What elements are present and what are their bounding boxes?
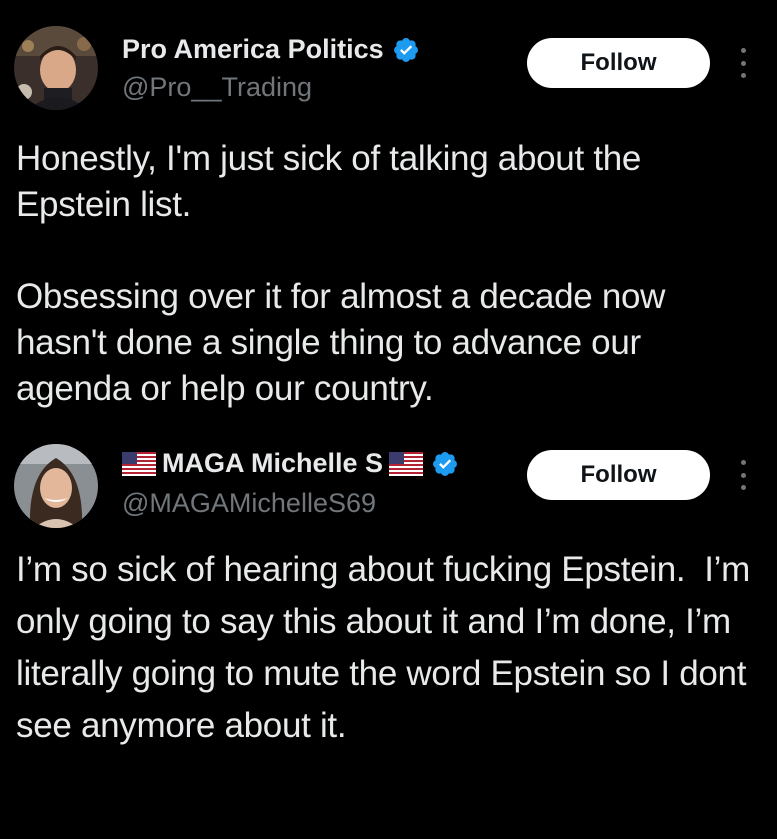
- follow-button[interactable]: Follow: [527, 450, 710, 500]
- tweet-text: Honestly, I'm just sick of talking about…: [16, 139, 666, 408]
- verified-badge-icon: [433, 451, 458, 476]
- handle[interactable]: @Pro__Trading: [122, 72, 312, 103]
- handle[interactable]: @MAGAMichelleS69: [122, 488, 376, 519]
- us-flag-icon: [389, 451, 424, 476]
- avatar[interactable]: [14, 444, 98, 528]
- display-name[interactable]: MAGA Michelle S: [162, 448, 383, 479]
- avatar-image: [14, 26, 98, 110]
- more-options-icon[interactable]: [736, 48, 750, 78]
- display-name-row[interactable]: MAGA Michelle S: [122, 448, 459, 479]
- display-name-row[interactable]: Pro America Politics: [122, 34, 420, 65]
- tweet-text: I’m so sick of hearing about fucking Eps…: [16, 550, 760, 745]
- more-options-icon[interactable]: [736, 460, 750, 490]
- verified-badge-icon: [393, 37, 418, 62]
- avatar-image: [14, 444, 98, 528]
- us-flag-icon: [122, 451, 156, 476]
- avatar[interactable]: [14, 26, 98, 110]
- follow-button[interactable]: Follow: [527, 38, 710, 88]
- display-name[interactable]: Pro America Politics: [122, 34, 384, 65]
